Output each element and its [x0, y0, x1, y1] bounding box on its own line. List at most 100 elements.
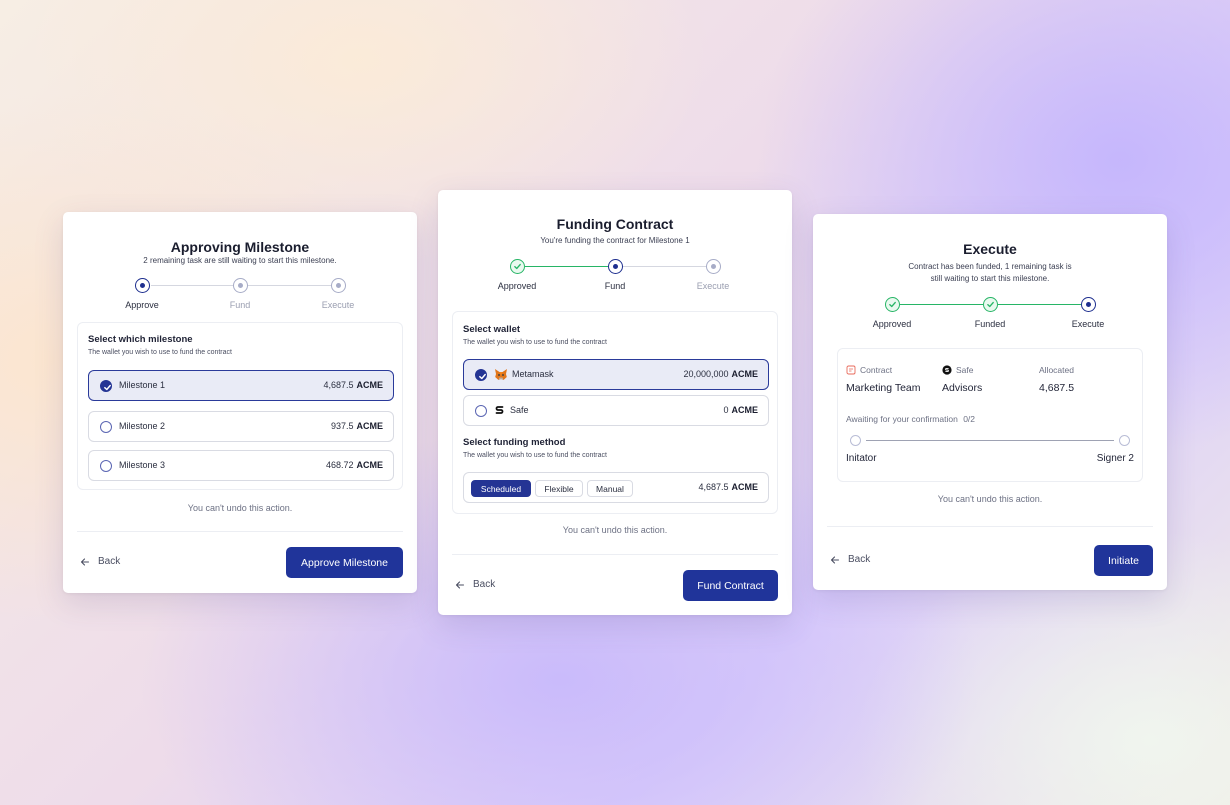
- method-flexible-chip[interactable]: Flexible: [535, 480, 583, 497]
- radio-icon: [100, 421, 112, 433]
- step-connector: [151, 285, 233, 286]
- back-button[interactable]: Back: [80, 556, 120, 567]
- step-connector: [998, 304, 1081, 305]
- step-approved-dot: [885, 297, 900, 312]
- funding-contract-card: Funding Contract You're funding the cont…: [438, 190, 792, 615]
- back-button[interactable]: Back: [455, 579, 495, 590]
- card-title: Approving Milestone: [170, 239, 310, 255]
- check-icon: [100, 380, 112, 392]
- awaiting-confirmation: Awaiting for your confirmation 0/2: [846, 414, 976, 424]
- check-icon: [475, 369, 487, 381]
- milestone-option-3[interactable]: Milestone 3 468.72 ACME: [88, 450, 394, 481]
- stepper: Approve Fund Execute: [63, 278, 417, 312]
- option-label: Milestone 1: [119, 380, 166, 390]
- step-approved-label: Approved: [497, 281, 537, 291]
- signer-2-label: Signer 2: [1096, 453, 1134, 464]
- back-label: Back: [473, 579, 496, 590]
- option-amount: 468.72 ACME: [325, 460, 383, 470]
- milestone-option-2[interactable]: Milestone 2 937.5 ACME: [88, 411, 394, 442]
- panel-title: Select which milestone: [88, 334, 193, 345]
- undo-warning: You can't undo this action.: [187, 503, 293, 513]
- card-subtitle-line1: Contract has been funded, 1 remaining ta…: [908, 262, 1072, 271]
- method-subtitle: The wallet you wish to use to fund the c…: [463, 452, 607, 459]
- step-connector: [525, 266, 608, 267]
- wallet-balance: 20,000,000 ACME: [683, 369, 758, 379]
- step-execute-label: Execute: [321, 300, 355, 310]
- method-scheduled-chip[interactable]: Scheduled: [471, 480, 531, 497]
- contract-value: Marketing Team: [846, 382, 921, 394]
- signer-initiator-label: Initator: [846, 453, 877, 464]
- method-title: Select funding method: [463, 437, 566, 448]
- wallet-title: Select wallet: [463, 324, 521, 335]
- milestone-option-1[interactable]: Milestone 1 4,687.5 ACME: [88, 370, 394, 401]
- step-execute-label: Execute: [1071, 319, 1105, 329]
- step-fund-label: Fund: [229, 300, 251, 310]
- wallet-balance: 0 ACME: [723, 405, 758, 415]
- card-subtitle: 2 remaining task are still waiting to st…: [143, 256, 337, 265]
- method-amount: 4,687.5 ACME: [698, 482, 758, 492]
- option-amount: 4,687.5 ACME: [323, 380, 383, 390]
- wallet-option-metamask[interactable]: Metamask 20,000,000 ACME: [463, 359, 769, 390]
- metamask-fox-icon: [495, 369, 507, 380]
- step-fund-dot: [608, 259, 623, 274]
- safe-label: Safe: [956, 365, 974, 375]
- step-fund-label: Fund: [604, 281, 626, 291]
- step-connector: [900, 304, 983, 305]
- execute-panel: Contract Marketing Team Safe Advisors Al…: [837, 348, 1143, 482]
- step-fund-dot: [233, 278, 248, 293]
- step-approved-dot: [510, 259, 525, 274]
- method-manual-chip[interactable]: Manual: [587, 480, 633, 497]
- approve-milestone-button[interactable]: Approve Milestone: [286, 547, 403, 578]
- radio-icon: [475, 405, 487, 417]
- card-subtitle-line2: still waiting to start this milestone.: [930, 274, 1050, 283]
- safe-info: Safe Advisors: [942, 365, 982, 394]
- check-icon: [889, 301, 896, 308]
- signer-connector: [866, 440, 1114, 441]
- wallet-option-safe[interactable]: Safe 0 ACME: [463, 395, 769, 426]
- safe-icon: [942, 365, 952, 375]
- panel-subtitle: The wallet you wish to use to fund the c…: [88, 349, 232, 356]
- stepper: Approved Fund Execute: [438, 259, 792, 293]
- initiate-button[interactable]: Initiate: [1094, 545, 1153, 576]
- back-label: Back: [98, 556, 121, 567]
- arrow-left-icon: [80, 557, 90, 566]
- option-label: Milestone 2: [119, 421, 166, 431]
- undo-warning: You can't undo this action.: [937, 494, 1043, 504]
- safe-logo-icon: [495, 406, 504, 414]
- step-approve-dot: [135, 278, 150, 293]
- safe-value: Advisors: [942, 382, 983, 394]
- background-frame: Approving Milestone 2 remaining task are…: [0, 0, 1230, 805]
- option-label: Milestone 3: [119, 460, 166, 470]
- step-funded-dot: [983, 297, 998, 312]
- undo-warning: You can't undo this action.: [562, 525, 668, 535]
- funding-panel: Select wallet The wallet you wish to use…: [452, 311, 778, 514]
- step-approve-label: Approve: [125, 300, 159, 310]
- card-subtitle: You're funding the contract for Mileston…: [540, 236, 690, 245]
- option-amount: 937.5 ACME: [330, 421, 383, 431]
- step-execute-dot: [706, 259, 721, 274]
- radio-icon: [100, 460, 112, 472]
- arrow-left-icon: [830, 555, 840, 564]
- divider: [452, 554, 778, 555]
- execute-card: Execute Contract has been funded, 1 rema…: [813, 214, 1167, 590]
- back-button[interactable]: Back: [830, 554, 870, 565]
- contract-label: Contract: [860, 365, 893, 375]
- step-connector: [248, 285, 331, 286]
- wallet-label: Metamask: [512, 369, 554, 379]
- step-execute-dot: [1081, 297, 1096, 312]
- signer-progress: [850, 435, 1132, 447]
- allocated-info: Allocated 4,687.5: [1039, 365, 1074, 394]
- fund-contract-button[interactable]: Fund Contract: [683, 570, 778, 601]
- step-connector: [623, 266, 706, 267]
- card-title: Funding Contract: [556, 216, 674, 232]
- wallet-subtitle: The wallet you wish to use to fund the c…: [463, 339, 607, 346]
- step-execute-dot: [331, 278, 346, 293]
- back-label: Back: [848, 554, 871, 565]
- step-execute-label: Execute: [696, 281, 730, 291]
- wallet-label: Safe: [510, 405, 529, 415]
- milestone-panel: Select which milestone The wallet you wi…: [77, 322, 403, 490]
- check-icon: [514, 263, 521, 270]
- allocated-value: 4,687.5: [1039, 382, 1075, 394]
- divider: [827, 526, 1153, 527]
- contract-icon: [846, 365, 856, 375]
